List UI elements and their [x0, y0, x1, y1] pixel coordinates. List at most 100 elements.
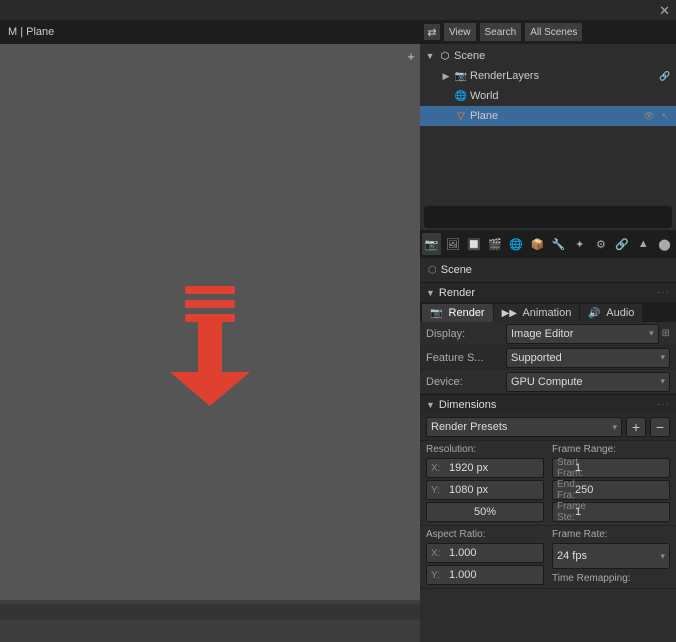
display-value-container: Image Editor ▾ ⊞ [506, 324, 670, 344]
tree-expand-arrow[interactable]: ▼ [424, 50, 436, 62]
arrow-indicator [170, 286, 250, 406]
res-x-input[interactable]: X: 1920 px [426, 458, 544, 478]
res-percent-value: 50% [474, 506, 496, 518]
right-panel: ⇄ View Search All Scenes ▼ ⬡ Scene ▶ 📷 R… [420, 20, 676, 642]
physics-props-icon[interactable]: ⚙ [591, 233, 610, 255]
display-dropdown[interactable]: Image Editor ▾ [506, 324, 659, 344]
frame-rate-dropdown[interactable]: 24 fps ▾ [552, 543, 670, 569]
aspect-y-label: Y: [431, 570, 445, 581]
render-section-title: Render [439, 287, 657, 299]
render-presets-dropdown[interactable]: Render Presets ▾ [426, 417, 622, 437]
data-props-icon[interactable]: ▲ [634, 233, 653, 255]
top-bar: ✕ [0, 0, 676, 20]
dimensions-section-title: Dimensions [439, 399, 657, 411]
properties-panel: 📷 🖼 🔲 🎬 🌐 📦 🔧 ✦ ⚙ 🔗 ▲ ⬤ ⬡ Scene ▼ Render… [420, 230, 676, 642]
close-button[interactable]: ✕ [659, 4, 670, 17]
scene-name: Scene [441, 264, 472, 276]
device-label: Device: [426, 376, 506, 388]
scene-icon-small: ⬡ [428, 265, 437, 276]
display-label: Display: [426, 328, 506, 340]
modifier-props-icon[interactable]: 🔧 [549, 233, 568, 255]
res-y-label: Y: [431, 485, 445, 496]
object-props-icon[interactable]: 📦 [528, 233, 547, 255]
tree-expand-arrow[interactable]: ▶ [440, 70, 452, 82]
scene-icon: ⬡ [438, 49, 452, 63]
render-tab-animation[interactable]: ▶▶ Animation [494, 304, 580, 322]
plane-visibility-icon[interactable]: 👁 [642, 109, 656, 123]
aspect-x-input[interactable]: X: 1.000 [426, 543, 544, 563]
end-frame-label: End Fra: [557, 479, 571, 501]
render-presets-row: Render Presets ▾ + − [420, 414, 676, 441]
outliner-arrows-icon[interactable]: ⇄ [424, 24, 440, 40]
render-tab-audio[interactable]: 🔊 Audio [580, 304, 642, 322]
output-props-icon[interactable]: 🖼 [443, 233, 462, 255]
frame-step-input[interactable]: Frame Ste: 1 [552, 502, 670, 522]
scene-props-icon[interactable]: 🎬 [486, 233, 505, 255]
render-section: ▼ Render ··· 📷 Render ▶▶ Animation 🔊 Aud… [420, 282, 676, 642]
search-input[interactable] [430, 212, 666, 223]
frame-range-label: Frame Range: [552, 444, 670, 455]
world-props-icon[interactable]: 🌐 [507, 233, 526, 255]
aspect-column: Aspect Ratio: X: 1.000 Y: 1.000 [426, 529, 544, 585]
outliner-content: ▼ ⬡ Scene ▶ 📷 RenderLayers 🔗 🌐 World ▽ P… [420, 44, 676, 204]
res-x-value: 1920 px [449, 462, 488, 474]
outliner-item-world[interactable]: 🌐 World [420, 86, 676, 106]
plane-cursor-icon[interactable]: ↖ [658, 109, 672, 123]
search-button[interactable]: Search [480, 23, 522, 41]
plane-label: Plane [470, 110, 640, 122]
dimensions-section-dots: ··· [657, 399, 670, 410]
outliner-header: ⇄ View Search All Scenes [420, 20, 676, 44]
device-dropdown[interactable]: GPU Compute ▾ [506, 372, 670, 392]
res-y-input[interactable]: Y: 1080 px [426, 480, 544, 500]
renderlayers-link-icon: 🔗 [658, 69, 672, 83]
device-dropdown-arrow-icon: ▾ [660, 376, 665, 387]
audio-tab-label: Audio [606, 307, 634, 319]
render-section-dots: ··· [657, 287, 670, 298]
view-button[interactable]: View [444, 23, 476, 41]
render-props-icon[interactable]: 📷 [422, 233, 441, 255]
render-tabs: 📷 Render ▶▶ Animation 🔊 Audio [420, 302, 676, 322]
particle-props-icon[interactable]: ✦ [570, 233, 589, 255]
res-y-value: 1080 px [449, 484, 488, 496]
material-props-icon[interactable]: ⬤ [655, 233, 674, 255]
render-tab-render[interactable]: 📷 Render [422, 304, 493, 322]
presets-add-button[interactable]: + [626, 417, 646, 437]
aspect-y-input[interactable]: Y: 1.000 [426, 565, 544, 585]
outliner-item-renderlayers[interactable]: ▶ 📷 RenderLayers 🔗 [420, 66, 676, 86]
res-x-label: X: [431, 463, 445, 474]
viewport-label: M | Plane [8, 26, 54, 38]
start-frame-input[interactable]: Start Fram: 1 [552, 458, 670, 478]
world-icon: 🌐 [454, 89, 468, 103]
feature-set-dropdown[interactable]: Supported ▾ [506, 348, 670, 368]
render-section-header[interactable]: ▼ Render ··· [420, 282, 676, 302]
all-scenes-button[interactable]: All Scenes [525, 23, 582, 41]
constraints-props-icon[interactable]: 🔗 [613, 233, 632, 255]
end-frame-input[interactable]: End Fra: 250 [552, 480, 670, 500]
aspect-x-label: X: [431, 548, 445, 559]
outliner-item-plane[interactable]: ▽ Plane 👁 ↖ [420, 106, 676, 126]
presets-remove-button[interactable]: − [650, 417, 670, 437]
frame-range-column: Frame Range: Start Fram: 1 End Fra: 250 … [552, 444, 670, 522]
view-layer-props-icon[interactable]: 🔲 [464, 233, 483, 255]
scene-label: Scene [454, 50, 672, 62]
resolution-label: Resolution: [426, 444, 544, 455]
resolution-frame-range-section: Resolution: X: 1920 px Y: 1080 px 50% Fr… [420, 441, 676, 526]
renderlayers-label: RenderLayers [470, 70, 656, 82]
animation-tab-icon: ▶▶ [502, 308, 517, 319]
dimensions-section-header[interactable]: ▼ Dimensions ··· [420, 394, 676, 414]
feature-set-dropdown-value: Supported [511, 352, 562, 364]
viewport-plus-button[interactable]: + [403, 48, 419, 64]
outliner-search[interactable] [424, 206, 672, 228]
display-row: Display: Image Editor ▾ ⊞ [420, 322, 676, 346]
display-extra-icon[interactable]: ⊞ [662, 328, 670, 339]
world-label: World [470, 90, 672, 102]
tree-expand-placeholder [440, 110, 452, 122]
end-frame-value: 250 [575, 484, 593, 496]
device-row: Device: GPU Compute ▾ [420, 370, 676, 394]
outliner-item-scene[interactable]: ▼ ⬡ Scene [420, 46, 676, 66]
frame-rate-label: Frame Rate: [552, 529, 670, 540]
aspect-label: Aspect Ratio: [426, 529, 544, 540]
res-percent-input[interactable]: 50% [426, 502, 544, 522]
resolution-column: Resolution: X: 1920 px Y: 1080 px 50% [426, 444, 544, 522]
display-dropdown-value: Image Editor [511, 328, 573, 340]
